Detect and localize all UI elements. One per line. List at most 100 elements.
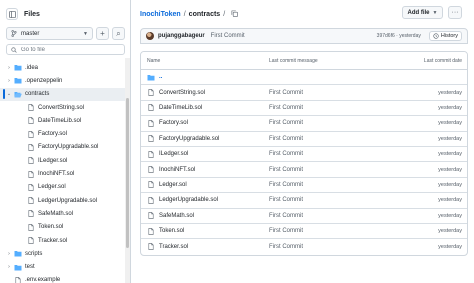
sidebar-scrollbar[interactable]: [125, 58, 130, 283]
table-row[interactable]: LedgerUpgradable.sol First Commit yesterda…: [141, 193, 467, 209]
sidebar-item-token-sol[interactable]: Token.sol: [0, 221, 125, 234]
parent-directory-cell: ..: [141, 74, 269, 81]
more-options-button[interactable]: ···: [448, 6, 462, 19]
go-to-file-input[interactable]: [20, 46, 120, 53]
copy-path-button[interactable]: [231, 10, 239, 19]
collapse-sidebar-button[interactable]: [6, 8, 18, 20]
file-name-link[interactable]: LedgerUpgradable.sol: [159, 197, 218, 203]
commit-message-link[interactable]: First Commit: [269, 90, 369, 96]
file-icon: [147, 196, 155, 204]
chevron-right-icon[interactable]: ›: [5, 78, 13, 84]
commit-message-link[interactable]: First Commit: [269, 213, 369, 219]
sidebar-item-label: ConvertString.sol: [38, 104, 85, 111]
table-row[interactable]: DateTimeLib.sol First Commit yesterday: [141, 101, 467, 117]
table-row[interactable]: FactoryUpgradable.sol First Commit yesterd…: [141, 132, 467, 147]
table-row[interactable]: Token.sol First Commit yesterday: [141, 224, 467, 240]
sidebar-item-inochinft-sol[interactable]: InochiNFT.sol: [0, 167, 125, 180]
table-row[interactable]: ConvertString.sol First Commit yesterday: [141, 85, 467, 101]
chevron-right-icon[interactable]: ›: [5, 65, 13, 71]
sidebar-item-env-example[interactable]: .env.example: [0, 274, 125, 283]
commit-message-link[interactable]: First Commit: [269, 136, 369, 142]
file-name-link[interactable]: Token.sol: [159, 228, 184, 234]
branch-selector[interactable]: master ▼: [6, 27, 93, 40]
commit-date: yesterday: [438, 89, 462, 96]
commit-message-link[interactable]: First Commit: [269, 120, 369, 126]
file-name-cell: Ledger.sol: [141, 181, 269, 189]
commit-message-link[interactable]: First Commit: [269, 228, 369, 234]
sidebar-item-convertstring-sol[interactable]: ConvertString.sol: [0, 101, 125, 114]
sidebar-item-label: .env.example: [25, 277, 61, 283]
sidebar-item-ledgerupgradable-sol[interactable]: LedgerUpgradable.sol: [0, 194, 125, 207]
file-name-cell: SafeMath.sol: [141, 212, 269, 220]
chevron-right-icon[interactable]: ›: [5, 251, 13, 257]
file-name-link[interactable]: FactoryUpgradable.sol: [159, 136, 219, 142]
history-label: History: [440, 33, 458, 39]
file-name-link[interactable]: Factory.sol: [159, 120, 188, 126]
file-icon: [147, 150, 155, 158]
file-name-link[interactable]: Ledger.sol: [159, 182, 187, 188]
sidebar-item-tracker-sol[interactable]: Tracker.sol: [0, 234, 125, 247]
sidebar-item-test[interactable]: › test: [0, 260, 125, 273]
commit-message[interactable]: First Commit: [211, 33, 245, 39]
file-name-link[interactable]: InochiNFT.sol: [159, 167, 195, 173]
file-icon: [147, 212, 155, 220]
file-icon: [147, 135, 155, 143]
parent-directory-row[interactable]: ..: [141, 70, 467, 86]
parent-directory-link[interactable]: ..: [159, 74, 162, 80]
table-row[interactable]: Ledger.sol First Commit yesterday: [141, 178, 467, 194]
file-icon: [26, 197, 35, 204]
go-to-file-field[interactable]: [6, 44, 125, 55]
scrollbar-thumb[interactable]: [126, 98, 129, 248]
sidebar-item-label: SafeMath.sol: [38, 210, 74, 217]
commit-message-link[interactable]: First Commit: [269, 244, 369, 250]
kebab-horizontal-icon: ···: [451, 9, 459, 16]
chevron-down-icon[interactable]: ⌄: [5, 91, 13, 97]
table-row[interactable]: Tracker.sol First Commit yesterday: [141, 239, 467, 254]
sidebar-item-safemath-sol[interactable]: SafeMath.sol: [0, 207, 125, 220]
avatar[interactable]: [146, 32, 154, 40]
sidebar-item-scripts[interactable]: › scripts: [0, 247, 125, 260]
table-row[interactable]: Factory.sol First Commit yesterday: [141, 116, 467, 132]
file-icon: [147, 166, 155, 173]
chevron-down-icon: ▼: [83, 30, 88, 37]
commit-message-link[interactable]: First Commit: [269, 167, 369, 173]
file-name-link[interactable]: ConvertString.sol: [159, 90, 205, 96]
chevron-down-icon: ▼: [432, 9, 438, 16]
file-icon: [26, 157, 35, 165]
file-name-link[interactable]: ILedger.sol: [159, 151, 188, 157]
sidebar-item-contracts[interactable]: ⌄ contracts: [0, 87, 125, 101]
table-row[interactable]: ILedger.sol First Commit yesterday: [141, 147, 467, 163]
file-name-cell: DateTimeLib.sol: [141, 104, 269, 112]
file-name-link[interactable]: SafeMath.sol: [159, 213, 194, 219]
file-name-link[interactable]: Tracker.sol: [159, 244, 188, 250]
sidebar-item-idea[interactable]: › .idea: [0, 61, 125, 74]
sidebar-item-label: test: [25, 264, 35, 271]
commit-message-link[interactable]: First Commit: [269, 182, 369, 188]
commit-hash-time[interactable]: 397d6f6 · yesterday: [377, 33, 421, 39]
commit-message-link[interactable]: First Commit: [269, 151, 369, 157]
history-button[interactable]: History: [428, 31, 462, 41]
sidebar-item-iledger-sol[interactable]: ILedger.sol: [0, 154, 125, 167]
commit-message-link[interactable]: First Commit: [269, 105, 369, 111]
sidebar-item-factory-sol[interactable]: Factory.sol: [0, 127, 125, 140]
file-name-link[interactable]: DateTimeLib.sol: [159, 105, 202, 111]
commit-date: yesterday: [438, 135, 462, 142]
sidebar-item-label: DateTimeLib.sol: [38, 117, 82, 124]
add-file-button[interactable]: Add file ▼: [402, 6, 443, 19]
search-button[interactable]: ⌕: [112, 27, 125, 40]
sidebar-item-ledger-sol[interactable]: Ledger.sol: [0, 181, 125, 194]
folder-icon: [13, 250, 22, 257]
breadcrumb-repo-link[interactable]: InochiToken: [140, 11, 181, 18]
add-file-small-button[interactable]: +: [96, 27, 109, 40]
file-name-cell: ILedger.sol: [141, 150, 269, 158]
sidebar-item-label: contracts: [25, 91, 50, 98]
sidebar-item-factoryupgradable-sol[interactable]: FactoryUpgradable.sol: [0, 141, 125, 154]
sidebar-toggle-icon: [8, 10, 16, 18]
commit-author[interactable]: pujanggabageur: [158, 33, 205, 39]
chevron-right-icon[interactable]: ›: [5, 264, 13, 270]
sidebar-item-openzeppelin[interactable]: › .openzeppelin: [0, 74, 125, 87]
table-row[interactable]: InochiNFT.sol First Commit yesterday: [141, 162, 467, 178]
sidebar-item-datetimelib-sol[interactable]: DateTimeLib.sol: [0, 114, 125, 127]
commit-message-link[interactable]: First Commit: [269, 197, 369, 203]
table-row[interactable]: SafeMath.sol First Commit yesterday: [141, 209, 467, 224]
